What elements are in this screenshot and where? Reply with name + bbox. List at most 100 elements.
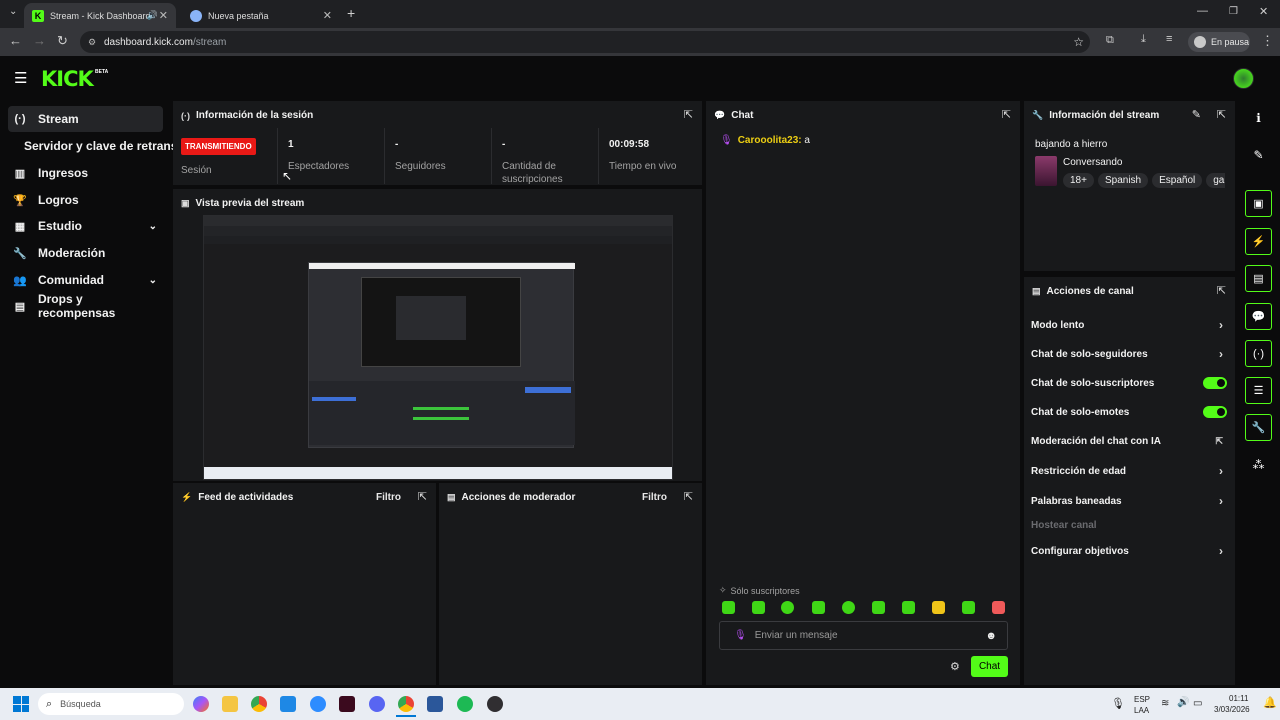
- kick-logo[interactable]: KICK: [41, 67, 94, 91]
- action-ai-moderation[interactable]: Moderación del chat con IA ⇱: [1031, 431, 1227, 451]
- extensions-icon[interactable]: ⧉: [1106, 34, 1114, 47]
- expand-icon[interactable]: ⇱: [1217, 108, 1226, 121]
- emote-icon[interactable]: [842, 601, 855, 614]
- sidebar-item-drops[interactable]: ▤ Drops y recompensas: [8, 292, 163, 320]
- emote-icon[interactable]: [872, 601, 885, 614]
- emotes-only-toggle[interactable]: [1203, 406, 1227, 418]
- discord-icon[interactable]: [369, 696, 385, 712]
- action-slow-mode[interactable]: Modo lento ›: [1031, 315, 1227, 335]
- chat-username[interactable]: Carooolita23: [738, 135, 799, 146]
- chat-message-input[interactable]: 🎙 Enviar un mensaje ☻: [719, 621, 1008, 650]
- stream-preview-video[interactable]: [203, 215, 673, 480]
- affinity-icon[interactable]: [339, 696, 355, 712]
- hamburger-menu-icon[interactable]: ☰: [14, 69, 27, 87]
- volume-icon[interactable]: 🔊: [1177, 697, 1189, 708]
- filter-button[interactable]: Filtro: [376, 492, 401, 503]
- keyboard-layout-indicator[interactable]: LAA: [1134, 706, 1149, 715]
- clock-date[interactable]: 3/03/2026: [1214, 705, 1250, 714]
- emote-icon[interactable]: [722, 601, 735, 614]
- url-input[interactable]: ⚙ dashboard.kick.com/stream ☆: [80, 31, 1090, 53]
- expand-icon[interactable]: ⇱: [1217, 284, 1226, 297]
- wifi-icon[interactable]: ≋: [1161, 698, 1169, 709]
- rail-preview-icon[interactable]: ▣: [1245, 190, 1272, 217]
- download-icon[interactable]: ⤓: [1141, 33, 1146, 46]
- tab-stream-dashboard[interactable]: K Stream - Kick Dashboard 🔊 ✕: [24, 3, 176, 28]
- rail-broadcast-icon[interactable]: (·): [1245, 340, 1272, 367]
- action-banned-words[interactable]: Palabras baneadas ›: [1031, 491, 1227, 511]
- info-icon[interactable]: ℹ: [1245, 104, 1272, 131]
- emote-icon[interactable]: [992, 601, 1005, 614]
- close-window-icon[interactable]: ✕: [1259, 5, 1268, 18]
- rail-actions-icon[interactable]: ☰: [1245, 377, 1272, 404]
- file-explorer-icon[interactable]: [222, 696, 238, 712]
- chat-settings-gear-icon[interactable]: ⚙: [950, 660, 960, 673]
- emote-icon[interactable]: [932, 601, 945, 614]
- sidebar-item-moderacion[interactable]: 🔧 Moderación: [8, 240, 163, 266]
- emoji-picker-icon[interactable]: ☻: [985, 630, 997, 642]
- filter-button[interactable]: Filtro: [642, 492, 667, 503]
- obs-icon[interactable]: [487, 696, 503, 712]
- reload-icon[interactable]: ↻: [57, 33, 68, 49]
- zoom-icon[interactable]: [310, 696, 326, 712]
- send-chat-button[interactable]: Chat: [971, 656, 1008, 677]
- tab-search-icon[interactable]: ⌄: [9, 6, 17, 17]
- microphone-tray-icon[interactable]: 🎙: [1111, 697, 1125, 710]
- forward-icon[interactable]: →: [33, 33, 46, 48]
- clock-time[interactable]: 01:11: [1229, 694, 1248, 703]
- notifications-icon[interactable]: 🔔: [1263, 696, 1277, 709]
- rail-add-widget-icon[interactable]: ⁂: [1245, 451, 1272, 478]
- battery-icon[interactable]: ▭: [1193, 698, 1202, 709]
- edit-pencil-icon[interactable]: ✎: [1192, 108, 1201, 121]
- close-tab-icon[interactable]: ✕: [323, 9, 332, 22]
- close-tab-icon[interactable]: ✕: [159, 9, 168, 22]
- new-tab-icon[interactable]: +: [347, 5, 355, 21]
- sidebar-item-estudio[interactable]: ▦ Estudio ⌄: [8, 213, 163, 239]
- expand-icon[interactable]: ⇱: [418, 490, 427, 503]
- sidebar-item-stream[interactable]: (·) Stream: [8, 106, 163, 132]
- user-avatar[interactable]: [1233, 68, 1254, 89]
- site-info-icon[interactable]: ⚙: [88, 37, 96, 48]
- sidebar-item-logros[interactable]: 🏆 Logros: [8, 187, 163, 213]
- bookmark-star-icon[interactable]: ☆: [1073, 35, 1084, 49]
- edit-pencil-icon[interactable]: ✎: [1245, 141, 1272, 168]
- sidebar-item-comunidad[interactable]: 👥 Comunidad ⌄: [8, 267, 163, 293]
- chrome-icon[interactable]: [251, 696, 267, 712]
- media-control-icon[interactable]: ≡: [1166, 33, 1172, 45]
- language-indicator[interactable]: ESP: [1134, 695, 1150, 704]
- windows-start-icon[interactable]: [13, 696, 29, 712]
- subscribers-only-toggle[interactable]: [1203, 377, 1227, 389]
- action-age-restriction[interactable]: Restricción de edad ›: [1031, 461, 1227, 481]
- emote-icon[interactable]: [962, 601, 975, 614]
- action-set-goals[interactable]: Configurar objetivos ›: [1031, 541, 1227, 561]
- profile-paused-button[interactable]: En pausa: [1188, 32, 1250, 52]
- store-icon[interactable]: [280, 696, 296, 712]
- emote-icon[interactable]: [752, 601, 765, 614]
- taskbar-search-input[interactable]: ⌕ Búsqueda: [38, 693, 184, 715]
- spotify-icon[interactable]: [457, 696, 473, 712]
- rail-wrench-icon[interactable]: 🔧: [1245, 414, 1272, 441]
- sidebar-item-ingresos[interactable]: ▥ Ingresos: [8, 160, 163, 186]
- external-link-icon: ⇱: [1215, 435, 1223, 446]
- rail-chat-icon[interactable]: 💬: [1245, 303, 1272, 330]
- expand-icon[interactable]: ⇱: [684, 108, 693, 121]
- expand-icon[interactable]: ⇱: [1002, 108, 1011, 121]
- chrome-active-icon[interactable]: [398, 696, 414, 712]
- sidebar-item-server-key[interactable]: Servidor y clave de retransm: [20, 133, 175, 159]
- minimize-icon[interactable]: —: [1197, 5, 1208, 17]
- action-emotes-only[interactable]: Chat de solo-emotes: [1031, 402, 1227, 422]
- back-icon[interactable]: ←: [9, 33, 22, 48]
- action-subscribers-only[interactable]: Chat de solo-suscriptores: [1031, 373, 1227, 393]
- copilot-icon[interactable]: [193, 696, 209, 712]
- rail-document-icon[interactable]: ▤: [1245, 265, 1272, 292]
- browser-menu-icon[interactable]: ⋮: [1261, 33, 1274, 49]
- emote-icon[interactable]: [781, 601, 794, 614]
- tab-new-tab[interactable]: Nueva pestaña ✕: [182, 3, 340, 28]
- action-followers-only[interactable]: Chat de solo-seguidores ›: [1031, 344, 1227, 364]
- expand-icon[interactable]: ⇱: [684, 490, 693, 503]
- restore-icon[interactable]: ❐: [1229, 6, 1238, 17]
- rail-lightning-icon[interactable]: ⚡: [1245, 228, 1272, 255]
- word-icon[interactable]: [427, 696, 443, 712]
- emote-icon[interactable]: [902, 601, 915, 614]
- emote-icon[interactable]: [812, 601, 825, 614]
- audio-icon[interactable]: 🔊: [147, 10, 158, 21]
